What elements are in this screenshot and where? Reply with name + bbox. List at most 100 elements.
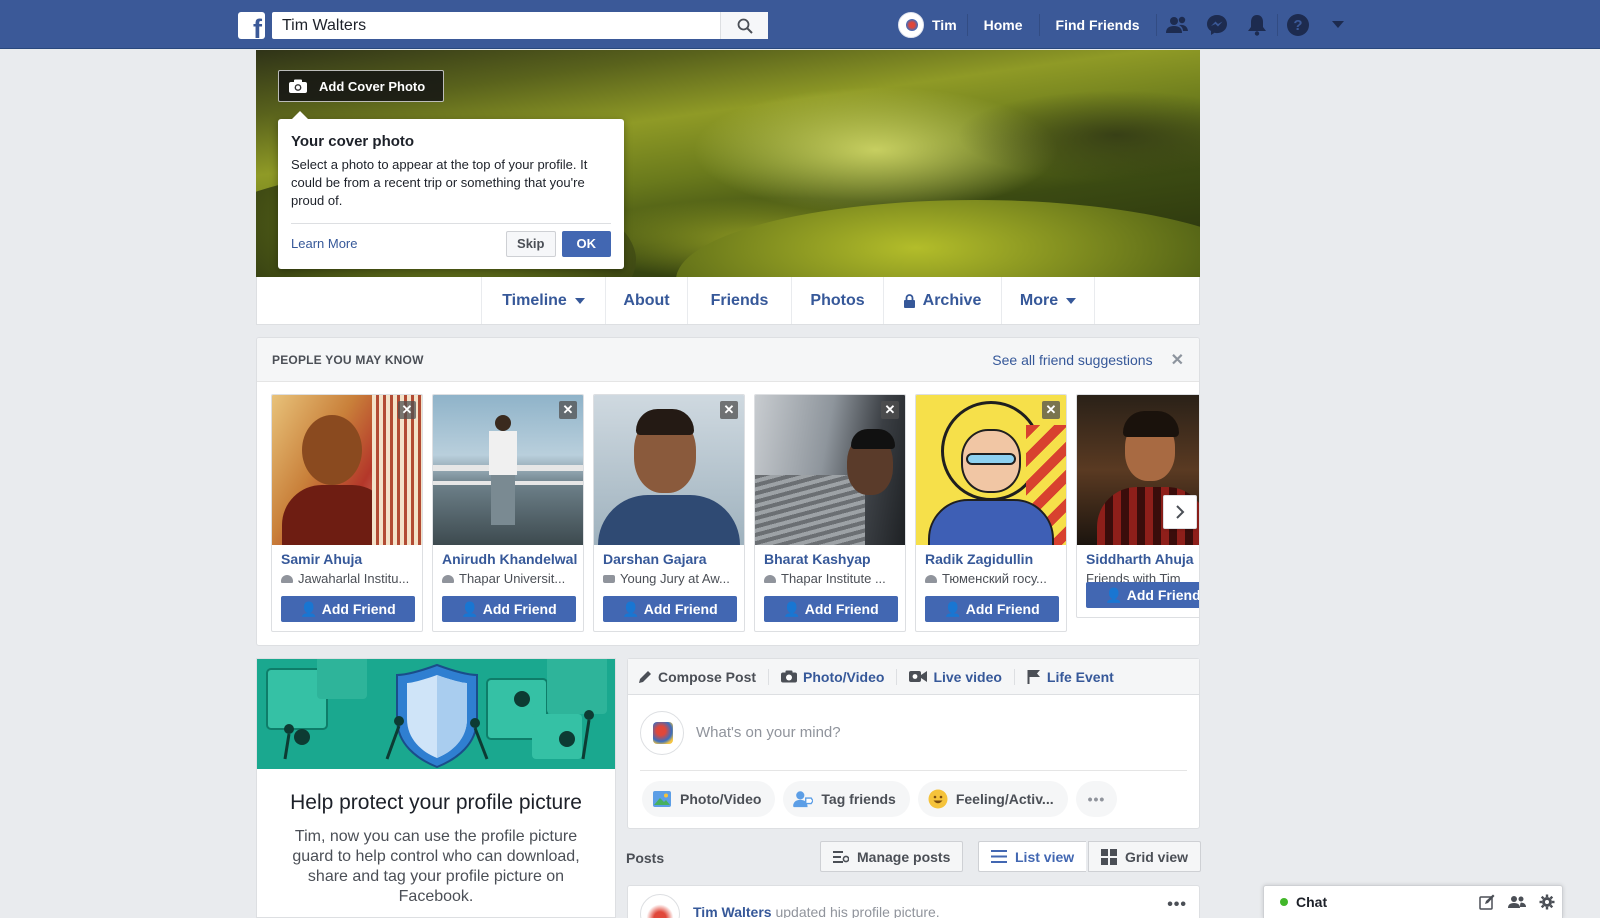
- ok-button[interactable]: OK: [561, 230, 611, 257]
- school-icon: [764, 574, 776, 583]
- close-icon[interactable]: ✕: [1171, 350, 1184, 370]
- person-name[interactable]: Radik Zagidullin: [916, 545, 1066, 567]
- people-you-may-know: PEOPLE YOU MAY KNOW See all friend sugge…: [256, 337, 1200, 646]
- settings-gear-icon[interactable]: [1532, 894, 1562, 910]
- posts-heading: Posts: [626, 850, 665, 866]
- profile-link[interactable]: Tim: [898, 11, 967, 38]
- add-friend-button[interactable]: 👤 Add Friend: [764, 596, 898, 622]
- chat-bar[interactable]: Chat: [1263, 885, 1563, 918]
- dismiss-icon[interactable]: ✕: [720, 401, 738, 419]
- person-subtitle: Jawaharlal Institu...: [272, 567, 422, 586]
- profile-photo[interactable]: ✕: [755, 395, 905, 545]
- person-name[interactable]: Samir Ahuja: [272, 545, 422, 567]
- photo-video-button[interactable]: Photo/Video: [642, 781, 776, 817]
- add-friend-button[interactable]: 👤 Add Friend: [603, 596, 737, 622]
- tab-archive[interactable]: Archive: [883, 277, 1001, 324]
- home-link[interactable]: Home: [968, 17, 1039, 33]
- nav-right: Tim Home Find Friends ?: [898, 0, 1358, 49]
- add-friend-button[interactable]: 👤 Add Friend: [925, 596, 1059, 622]
- post-card: Tim Walters updated his profile picture.…: [627, 885, 1200, 918]
- portrait-shape: [598, 495, 740, 545]
- person-subtitle: Young Jury at Aw...: [594, 567, 744, 586]
- learn-more-link[interactable]: Learn More: [291, 236, 506, 251]
- composer-input[interactable]: What's on your mind?: [696, 724, 841, 741]
- person-name[interactable]: Darshan Gajara: [594, 545, 744, 567]
- tag-friends-button[interactable]: Tag friends: [783, 781, 910, 817]
- more-options-button[interactable]: •••: [1075, 781, 1118, 817]
- pencil-icon: [639, 670, 651, 683]
- lock-icon: [903, 293, 915, 308]
- add-friend-button[interactable]: 👤 Add Friend: [281, 596, 415, 622]
- chevron-right-icon: [1176, 505, 1185, 519]
- tab-timeline[interactable]: Timeline: [481, 277, 605, 324]
- divider: [1013, 668, 1015, 685]
- post-author-link[interactable]: Tim Walters: [693, 904, 772, 918]
- online-status-icon: [1280, 898, 1288, 906]
- work-icon: [603, 574, 615, 583]
- dismiss-icon[interactable]: ✕: [559, 401, 577, 419]
- profile-photo[interactable]: ✕: [594, 395, 744, 545]
- cover-hill: [676, 200, 1200, 277]
- tab-about[interactable]: About: [605, 277, 687, 324]
- profile-photo[interactable]: ✕: [433, 395, 583, 545]
- button-label: List view: [1015, 848, 1075, 865]
- subtitle-text: Young Jury at Aw...: [620, 571, 730, 586]
- grid-view-button[interactable]: Grid view: [1088, 841, 1202, 872]
- search-input[interactable]: [272, 12, 720, 39]
- add-friend-icon: 👤: [783, 601, 801, 617]
- tab-photos[interactable]: Photos: [791, 277, 883, 324]
- skip-button[interactable]: Skip: [506, 230, 556, 257]
- suggestion-card: ✕ Darshan Gajara Young Jury at Aw... 👤 Ad…: [593, 394, 745, 632]
- button-label: Manage posts: [857, 848, 951, 865]
- person-name[interactable]: Anirudh Khandelwal: [433, 545, 583, 567]
- composer-input-row: What's on your mind?: [640, 695, 1187, 771]
- add-cover-photo-label: Add Cover Photo: [319, 78, 426, 94]
- feeling-activity-button[interactable]: Feeling/Activ...: [917, 781, 1068, 817]
- search-button[interactable]: [720, 12, 768, 39]
- manage-posts-button[interactable]: Manage posts: [820, 841, 964, 872]
- profile-photo[interactable]: ✕: [272, 395, 422, 545]
- new-message-icon[interactable]: [1472, 894, 1502, 910]
- video-camera-icon: [909, 671, 928, 682]
- chat-label: Chat: [1296, 894, 1328, 910]
- dismiss-icon[interactable]: ✕: [398, 401, 416, 419]
- add-friend-button[interactable]: 👤 Add Friend: [1086, 582, 1199, 608]
- tab-live-video[interactable]: Live video: [909, 669, 1013, 685]
- add-friend-icon: 👤: [461, 601, 479, 617]
- find-friends-link[interactable]: Find Friends: [1040, 17, 1156, 33]
- button-label: Grid view: [1125, 848, 1189, 865]
- tab-compose-post[interactable]: Compose Post: [638, 669, 768, 685]
- tab-more[interactable]: More: [1001, 277, 1095, 324]
- see-all-suggestions-link[interactable]: See all friend suggestions: [992, 352, 1152, 368]
- portrait-shape: [489, 431, 517, 475]
- person-name[interactable]: Siddharth Ahuja: [1077, 545, 1199, 567]
- subtitle-text: Thapar Institute ...: [781, 571, 886, 586]
- school-icon: [281, 574, 293, 583]
- profile-guard-card: Help protect your profile picture Tim, n…: [256, 658, 616, 918]
- profile-photo[interactable]: ✕: [916, 395, 1066, 545]
- friends-icon[interactable]: [1157, 15, 1197, 35]
- add-friend-icon: 👤: [944, 601, 962, 617]
- post-options-icon[interactable]: •••: [1167, 896, 1187, 914]
- tab-life-event[interactable]: Life Event: [1027, 669, 1126, 685]
- group-chat-icon[interactable]: [1502, 895, 1532, 909]
- caret-down-icon: [574, 297, 585, 304]
- carousel-next-button[interactable]: [1163, 495, 1197, 529]
- profile-guard-illustration: [257, 659, 615, 769]
- tab-friends[interactable]: Friends: [687, 277, 791, 324]
- notifications-icon[interactable]: [1237, 14, 1277, 36]
- facebook-logo[interactable]: f: [238, 12, 265, 39]
- add-friend-icon: 👤: [622, 601, 640, 617]
- top-navigation-bar: f Tim Home Find Friends ?: [0, 0, 1600, 49]
- messenger-icon[interactable]: [1197, 14, 1237, 36]
- add-friend-button[interactable]: 👤 Add Friend: [442, 596, 576, 622]
- person-name[interactable]: Bharat Kashyap: [755, 545, 905, 567]
- profile-tabs: Timeline About Friends Photos Archive Mo…: [256, 277, 1200, 325]
- dismiss-icon[interactable]: ✕: [881, 401, 899, 419]
- tab-photo-video[interactable]: Photo/Video: [781, 669, 896, 685]
- add-cover-photo-button[interactable]: Add Cover Photo: [278, 70, 444, 102]
- account-menu-icon[interactable]: [1318, 20, 1358, 29]
- dismiss-icon[interactable]: ✕: [1042, 401, 1060, 419]
- help-icon[interactable]: ?: [1278, 13, 1318, 37]
- list-view-button[interactable]: List view: [978, 841, 1087, 872]
